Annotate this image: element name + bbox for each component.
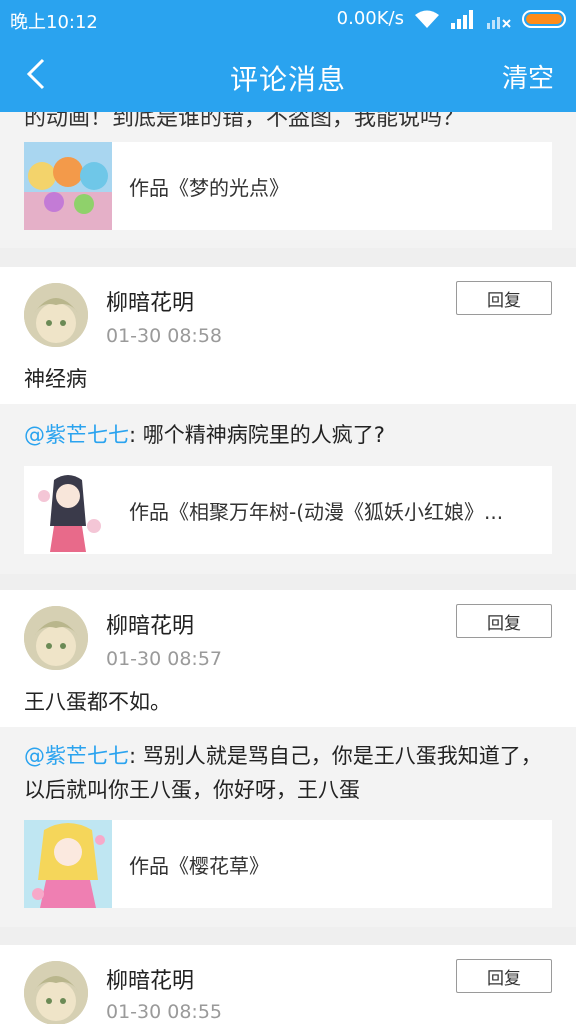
avatar[interactable] [24,961,88,1024]
work-title: 作品《樱花草》 [129,853,269,878]
signal-no-sim-icon [486,9,512,29]
reply-button[interactable]: 回复 [456,604,552,638]
work-thumbnail [24,820,112,908]
work-card[interactable]: 作品《相聚万年树-(动漫《狐妖小红娘》... [24,466,552,554]
quoted-comment-panel: @紫芒七七: 哪个精神病院里的人疯了? 作品《相聚万年树-(动漫《狐妖小红娘》.… [0,404,576,574]
wifi-icon [414,9,440,29]
comment-item: 柳暗花明 01-30 08:57 回复 王八蛋都不如。 [0,590,576,727]
network-speed: 0.00K/s [336,8,404,29]
app-header: 评论消息 清空 [0,40,576,112]
work-title: 作品《梦的光点》 [129,175,289,200]
status-bar: 晚上10:12 0.00K/s [0,0,576,40]
comment-text: 神经病 [24,367,87,391]
status-time: 晚上10:12 [10,12,98,33]
quoted-comment: @紫芒七七: 骂别人就是骂自己，你是王八蛋我知道了，以后就叫你王八蛋，你好呀，王… [24,739,552,807]
username[interactable]: 柳暗花明 [106,963,194,995]
status-indicators: 0.00K/s [337,8,566,29]
signal-icon [450,9,476,29]
comment-time: 01-30 08:57 [106,648,223,670]
reply-button[interactable]: 回复 [456,281,552,315]
battery-level [526,13,562,24]
quote-text: 的动画！到底是谁的错，不盗图，我能说吗？ [24,112,465,131]
comment-item: 柳暗花明 01-30 08:58 回复 神经病 [0,267,576,404]
work-card[interactable]: 作品《梦的光点》 [24,142,552,230]
work-thumbnail [24,142,112,230]
comment-time: 01-30 08:58 [106,325,223,347]
quoted-comment: @紫芒七七: 哪个精神病院里的人疯了? [24,418,552,452]
comment-item: 柳暗花明 01-30 08:55 回复 [0,945,576,1024]
page-title: 评论消息 [229,63,346,96]
battery-icon [522,9,566,28]
mention-link[interactable]: @紫芒七七 [24,744,129,768]
comment-text: 王八蛋都不如。 [24,690,171,714]
partial-quote-panel: 的动画！到底是谁的错，不盗图，我能说吗？ 作品《梦的光点》 [0,112,576,248]
avatar[interactable] [24,283,88,347]
comment-list[interactable]: 的动画！到底是谁的错，不盗图，我能说吗？ 作品《梦的光点》 柳暗花明 01-30… [0,112,576,1024]
clear-button[interactable]: 清空 [502,58,554,95]
reply-button[interactable]: 回复 [456,959,552,993]
work-title: 作品《相聚万年树-(动漫《狐妖小红娘》... [129,499,504,524]
work-card[interactable]: 作品《樱花草》 [24,820,552,908]
username[interactable]: 柳暗花明 [106,285,194,317]
mention-link[interactable]: @紫芒七七 [24,423,129,447]
comment-time: 01-30 08:55 [106,1001,223,1023]
username[interactable]: 柳暗花明 [106,608,194,640]
quote-body: : 哪个精神病院里的人疯了? [129,423,385,447]
work-thumbnail [24,466,112,554]
avatar[interactable] [24,606,88,670]
quoted-comment-panel: @紫芒七七: 骂别人就是骂自己，你是王八蛋我知道了，以后就叫你王八蛋，你好呀，王… [0,727,576,927]
